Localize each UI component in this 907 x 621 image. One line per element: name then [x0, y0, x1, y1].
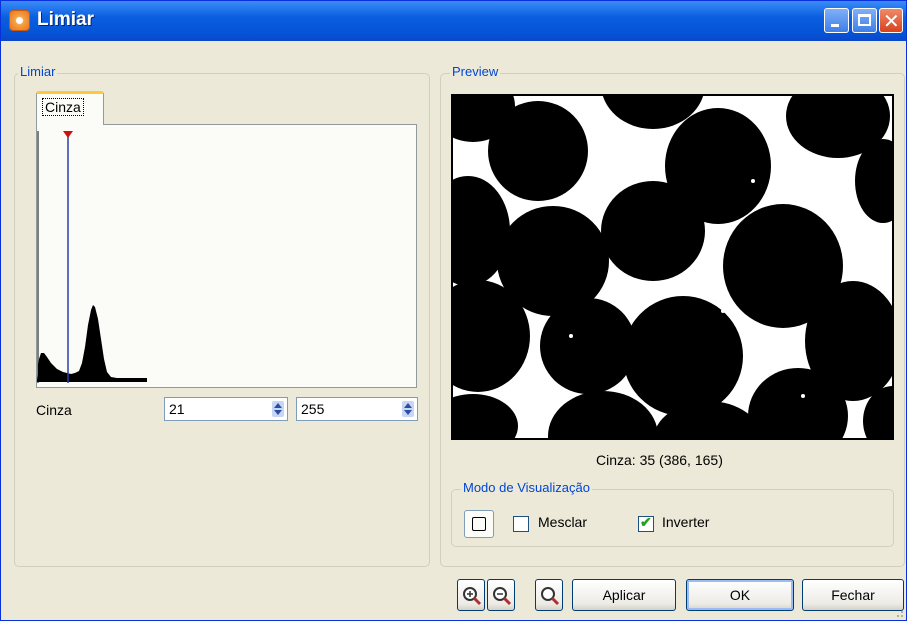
apply-button[interactable]: Aplicar [572, 579, 676, 611]
minimize-icon [831, 24, 839, 27]
app-icon [9, 10, 30, 31]
channel-label: Cinza [36, 402, 72, 418]
mesclar-label[interactable]: Mesclar [538, 514, 587, 530]
limiar-group-legend: Limiar [18, 64, 58, 79]
mesclar-checkbox[interactable] [513, 516, 529, 532]
zoom-in-icon [463, 587, 482, 606]
threshold-marker-icon [63, 131, 73, 138]
preview-group-legend: Preview [450, 64, 501, 79]
minimize-button[interactable] [824, 8, 849, 33]
inverter-checkbox[interactable]: ✔ [638, 514, 654, 532]
tab-cinza-label: Cinza [42, 98, 84, 116]
zoom-out-button[interactable] [487, 579, 515, 611]
ok-button[interactable]: OK [686, 579, 794, 611]
spinner-arrows-icon[interactable] [271, 401, 285, 417]
maximize-button[interactable] [852, 8, 877, 33]
spinner-arrows-icon[interactable] [401, 401, 415, 417]
zoom-icon [541, 587, 560, 606]
threshold-preview-image [453, 96, 892, 438]
zoom-fit-button[interactable] [535, 579, 563, 611]
checkmark-icon: ✔ [640, 514, 652, 530]
close-button[interactable]: Fechar [802, 579, 904, 611]
window-title: Limiar [37, 9, 95, 30]
min-threshold-spinner[interactable]: 21 [164, 397, 288, 421]
pixel-readout: Cinza: 35 (386, 165) [596, 452, 723, 468]
title-bar[interactable]: Limiar ✕ [1, 1, 906, 41]
view-mode-legend: Modo de Visualização [461, 480, 592, 495]
histogram-chart[interactable] [37, 127, 416, 387]
inverter-label[interactable]: Inverter [662, 514, 709, 530]
zoom-in-button[interactable] [457, 579, 485, 611]
min-threshold-value: 21 [169, 401, 185, 417]
max-threshold-value: 255 [301, 401, 325, 417]
close-window-button[interactable]: ✕ [879, 8, 903, 33]
color-button[interactable] [464, 510, 494, 538]
preview-image[interactable] [451, 94, 894, 440]
limiar-dialog: Limiar ✕ Limiar Cinza Cinza 21 255 Previ… [0, 0, 907, 621]
maximize-icon [858, 14, 871, 26]
resize-grip-icon[interactable] [894, 608, 904, 618]
tab-cinza[interactable]: Cinza [36, 91, 104, 125]
square-icon [472, 517, 486, 531]
max-threshold-spinner[interactable]: 255 [296, 397, 418, 421]
zoom-out-icon [493, 587, 512, 606]
close-icon: ✕ [883, 9, 900, 33]
histogram-bars [37, 305, 147, 381]
